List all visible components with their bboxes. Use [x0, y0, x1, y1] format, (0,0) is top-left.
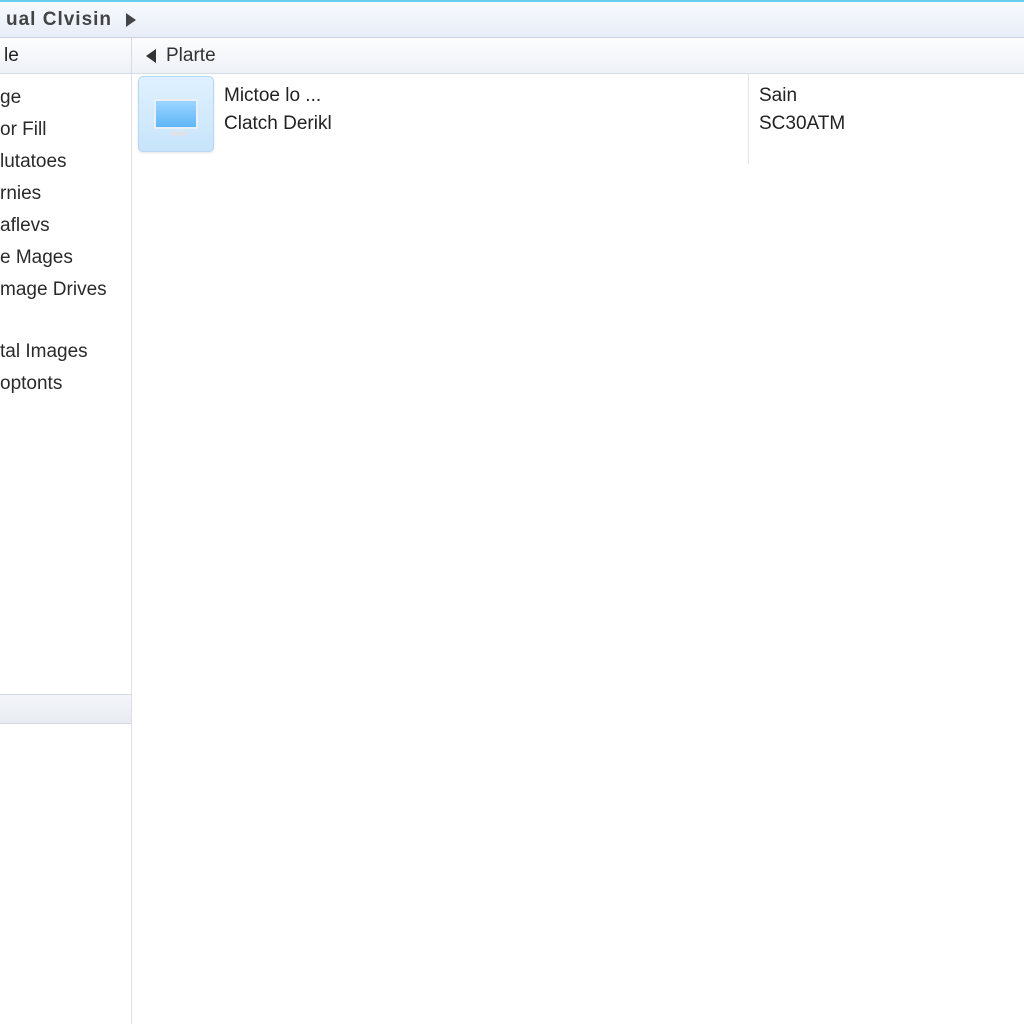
item-line2: Clatch Derikl: [224, 110, 332, 138]
window-title: ual Clvisin: [6, 9, 112, 31]
sidebar-item[interactable]: mage Drives: [0, 274, 131, 306]
spacer: [0, 400, 131, 560]
sidebar-separator: [0, 694, 131, 724]
sidebar-item[interactable]: ge: [0, 82, 131, 114]
chevron-right-icon[interactable]: [126, 13, 136, 27]
window-titlebar: ual Clvisin: [0, 0, 1024, 38]
toolbar-left-label: le: [4, 45, 19, 67]
sidebar-item[interactable]: e Mages: [0, 242, 131, 274]
main-area: ge or Fill lutatoes rnies aflevs e Mages…: [0, 74, 1024, 1024]
toolbar-left-cell[interactable]: le: [0, 38, 132, 73]
spacer: [0, 306, 131, 336]
item-label[interactable]: Mictoe lo ... Clatch Derikl: [224, 82, 332, 137]
sidebar-item[interactable]: rnies: [0, 178, 131, 210]
sidebar-item[interactable]: lutatoes: [0, 146, 131, 178]
computer-tile[interactable]: [138, 76, 214, 152]
sidebar: ge or Fill lutatoes rnies aflevs e Mages…: [0, 74, 132, 1024]
detail-line2: SC30ATM: [759, 110, 1024, 138]
item-line1: Mictoe lo ...: [224, 82, 332, 110]
content-pane[interactable]: Mictoe lo ... Clatch Derikl Sain SC30ATM: [132, 74, 1024, 1024]
sidebar-item[interactable]: tal Images: [0, 336, 131, 368]
detail-line1: Sain: [759, 82, 1024, 110]
toolbar: le Plarte: [0, 38, 1024, 74]
monitor-icon: [154, 99, 198, 129]
sidebar-item[interactable]: optonts: [0, 368, 131, 400]
item-details-column: Sain SC30ATM: [748, 74, 1024, 164]
breadcrumb[interactable]: Plarte: [132, 38, 230, 73]
sidebar-item[interactable]: or Fill: [0, 114, 131, 146]
sidebar-item[interactable]: aflevs: [0, 210, 131, 242]
chevron-left-icon[interactable]: [146, 49, 156, 63]
sidebar-item[interactable]: [0, 560, 131, 570]
breadcrumb-label: Plarte: [166, 45, 216, 67]
